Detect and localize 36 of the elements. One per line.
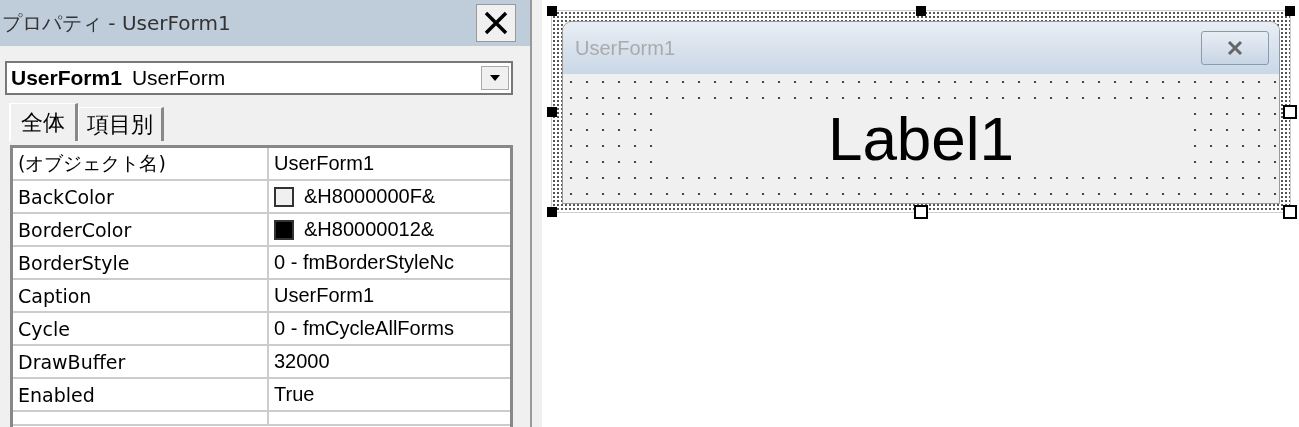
property-name[interactable]: (オブジェクト名) (13, 148, 269, 181)
property-value[interactable]: 32000 (269, 346, 510, 379)
property-name[interactable]: Cycle (13, 313, 269, 346)
form-close-button[interactable] (1201, 31, 1269, 65)
form-caption: UserForm1 (575, 36, 675, 60)
caret-icon (490, 75, 500, 81)
tab[interactable]: 全体 (9, 103, 78, 141)
dropdown-button[interactable] (481, 66, 509, 90)
property-name[interactable]: BackColor (13, 181, 269, 214)
resize-handle[interactable] (916, 6, 926, 16)
object-name: UserForm1 (11, 66, 122, 90)
resize-handle[interactable] (1283, 104, 1297, 119)
close-button[interactable] (476, 4, 516, 42)
property-value[interactable]: 0 - fmCycleAllForms (269, 313, 510, 346)
resize-handle[interactable] (547, 6, 557, 16)
object-type: UserForm (131, 66, 226, 90)
property-name[interactable]: BorderStyle (13, 247, 269, 280)
property-value[interactable]: UserForm1 (269, 148, 510, 181)
property-value[interactable]: &H80000012& (304, 218, 435, 241)
property-value[interactable]: True (269, 379, 510, 412)
property-value[interactable]: 0 - fmBorderStyleNc (269, 247, 510, 280)
resize-handle[interactable] (914, 205, 928, 219)
property-value[interactable]: UserForm1 (269, 280, 510, 313)
resize-handle[interactable] (1285, 6, 1295, 16)
object-dropdown[interactable]: UserForm1 UserForm (5, 61, 513, 95)
property-value[interactable]: &H8000000F& (304, 185, 436, 208)
property-name[interactable]: Caption (13, 280, 269, 313)
resize-handle[interactable] (547, 207, 557, 217)
property-name[interactable]: DrawBuffer (13, 346, 269, 379)
close-icon (483, 10, 509, 36)
resize-handle[interactable] (547, 106, 557, 117)
property-name[interactable]: Enabled (13, 379, 269, 412)
tab[interactable]: 項目別 (78, 107, 164, 141)
resize-handle[interactable] (1283, 205, 1297, 219)
property-name[interactable]: BorderColor (13, 214, 269, 247)
window-title: プロパティ - UserForm1 (2, 9, 231, 37)
